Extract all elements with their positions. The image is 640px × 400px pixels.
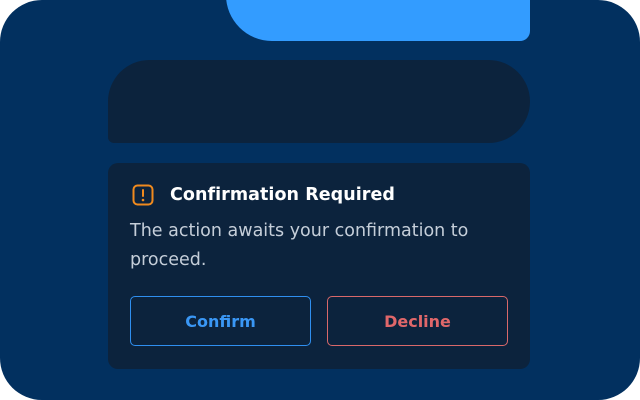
screen: Confirmation Required The action awaits … [0,0,640,400]
top-banner [226,0,530,41]
confirm-button[interactable]: Confirm [130,296,311,346]
warning-icon [132,184,154,206]
dialog-message: The action awaits your confirmation to p… [130,221,469,270]
dialog-header: Confirmation Required [132,184,395,206]
placeholder-panel [108,60,530,143]
decline-button[interactable]: Decline [327,296,508,346]
confirmation-dialog: Confirmation Required The action awaits … [108,163,530,369]
dialog-title: Confirmation Required [170,185,395,205]
